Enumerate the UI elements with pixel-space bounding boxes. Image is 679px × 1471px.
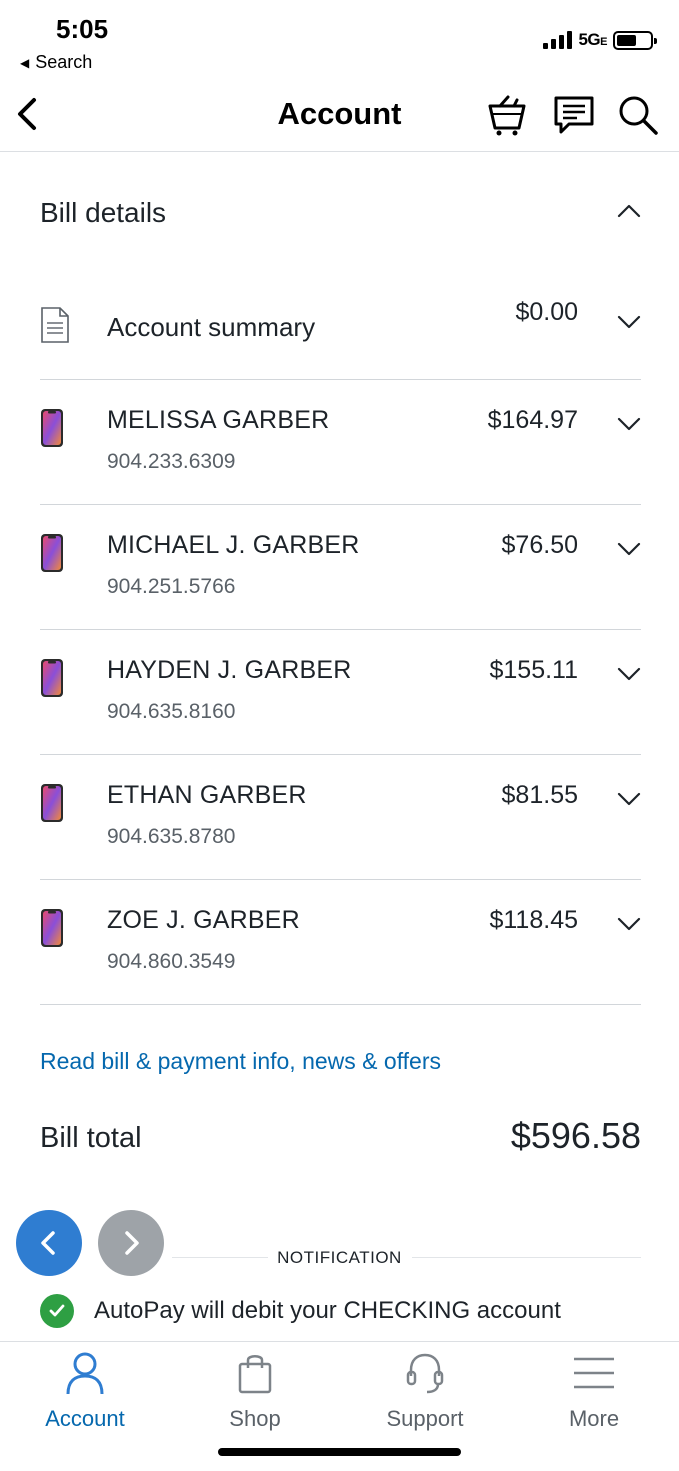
tab-support-label: Support — [386, 1406, 464, 1431]
smartphone-icon — [40, 533, 64, 578]
shopping-bag-icon — [170, 1348, 340, 1398]
search-icon[interactable] — [617, 94, 659, 136]
network-type: 5GE — [578, 30, 607, 50]
line-row[interactable]: MICHAEL J. GARBER 904.251.5766 $76.50 — [40, 505, 641, 630]
line-phone: 904.233.6309 — [107, 450, 236, 473]
bill-total-label: Bill total — [40, 1122, 142, 1154]
line-row[interactable]: MELISSA GARBER 904.233.6309 $164.97 — [40, 380, 641, 505]
line-amount: $164.97 — [487, 406, 578, 434]
status-bar: 5:05 ◀ Search 5GE — [0, 0, 679, 80]
chevron-up-icon[interactable] — [617, 199, 641, 228]
smartphone-icon — [40, 908, 64, 953]
smartphone-icon — [40, 408, 64, 453]
notification-label: NOTIFICATION — [277, 1248, 402, 1267]
account-summary-row[interactable]: Account summary $0.00 — [40, 278, 641, 380]
checkmark-icon — [40, 1294, 74, 1328]
back-triangle-icon: ◀ — [20, 55, 30, 70]
chat-icon[interactable] — [553, 94, 595, 136]
bill-lines-list: Account summary $0.00 MELISSA GARBER 904… — [40, 278, 641, 1005]
line-row[interactable]: ETHAN GARBER 904.635.8780 $81.55 — [40, 755, 641, 880]
line-name: MICHAEL J. GARBER — [107, 531, 360, 559]
line-amount: $155.11 — [489, 656, 578, 684]
shopping-basket-icon[interactable] — [486, 94, 528, 136]
back-to-search-label: Search — [35, 52, 93, 72]
signal-strength-icon — [543, 31, 573, 49]
line-row[interactable]: ZOE J. GARBER 904.860.3549 $118.45 — [40, 880, 641, 1005]
status-time: 5:05 — [56, 14, 109, 44]
bill-total-value: $596.58 — [510, 1115, 641, 1156]
line-amount: $81.55 — [501, 781, 578, 809]
document-icon — [40, 306, 70, 349]
chevron-down-icon[interactable] — [617, 662, 641, 686]
tab-account-label: Account — [45, 1406, 125, 1431]
line-amount: $76.50 — [501, 531, 578, 559]
network-type-label: 5G — [578, 30, 601, 49]
line-phone: 904.860.3549 — [107, 950, 236, 973]
line-name: ETHAN GARBER — [107, 781, 307, 809]
headset-icon — [340, 1348, 510, 1398]
home-indicator[interactable] — [218, 1448, 461, 1456]
line-name: ZOE J. GARBER — [107, 906, 300, 934]
line-amount: $118.45 — [489, 906, 578, 934]
line-phone: 904.251.5766 — [107, 575, 236, 598]
person-icon — [0, 1348, 170, 1398]
tab-shop[interactable]: Shop — [170, 1346, 340, 1432]
account-summary-label: Account summary — [107, 312, 316, 342]
account-summary-amount: $0.00 — [515, 298, 578, 326]
line-phone: 904.635.8780 — [107, 825, 236, 848]
tab-more[interactable]: More — [509, 1346, 679, 1432]
bill-details-header[interactable]: Bill details — [40, 180, 641, 246]
chevron-down-icon[interactable] — [617, 310, 641, 334]
notification-text: AutoPay will debit your CHECKING account — [94, 1297, 561, 1324]
tab-account[interactable]: Account — [0, 1346, 170, 1432]
menu-icon — [509, 1348, 679, 1398]
tab-more-label: More — [568, 1406, 620, 1431]
chevron-down-icon[interactable] — [617, 412, 641, 436]
chevron-down-icon[interactable] — [617, 787, 641, 811]
chevron-down-icon[interactable] — [617, 912, 641, 936]
battery-icon — [613, 30, 657, 50]
back-to-search-link[interactable]: ◀ Search — [20, 52, 92, 73]
status-indicators: 5GE — [543, 30, 657, 50]
notification-item: AutoPay will debit your CHECKING account — [40, 1294, 561, 1328]
nav-bar: Account — [0, 80, 679, 152]
chevron-down-icon[interactable] — [617, 537, 641, 561]
line-name: HAYDEN J. GARBER — [107, 656, 352, 684]
smartphone-icon — [40, 783, 64, 828]
line-name: MELISSA GARBER — [107, 406, 330, 434]
line-row[interactable]: HAYDEN J. GARBER 904.635.8160 $155.11 — [40, 630, 641, 755]
tab-shop-label: Shop — [229, 1406, 281, 1431]
smartphone-icon — [40, 658, 64, 703]
network-type-suffix: E — [600, 36, 607, 48]
divider — [412, 1257, 641, 1258]
bill-details-title: Bill details — [40, 197, 167, 228]
line-phone: 904.635.8160 — [107, 700, 236, 723]
bill-info-link[interactable]: Read bill & payment info, news & offers — [40, 1048, 441, 1075]
tab-support[interactable]: Support — [340, 1346, 510, 1432]
